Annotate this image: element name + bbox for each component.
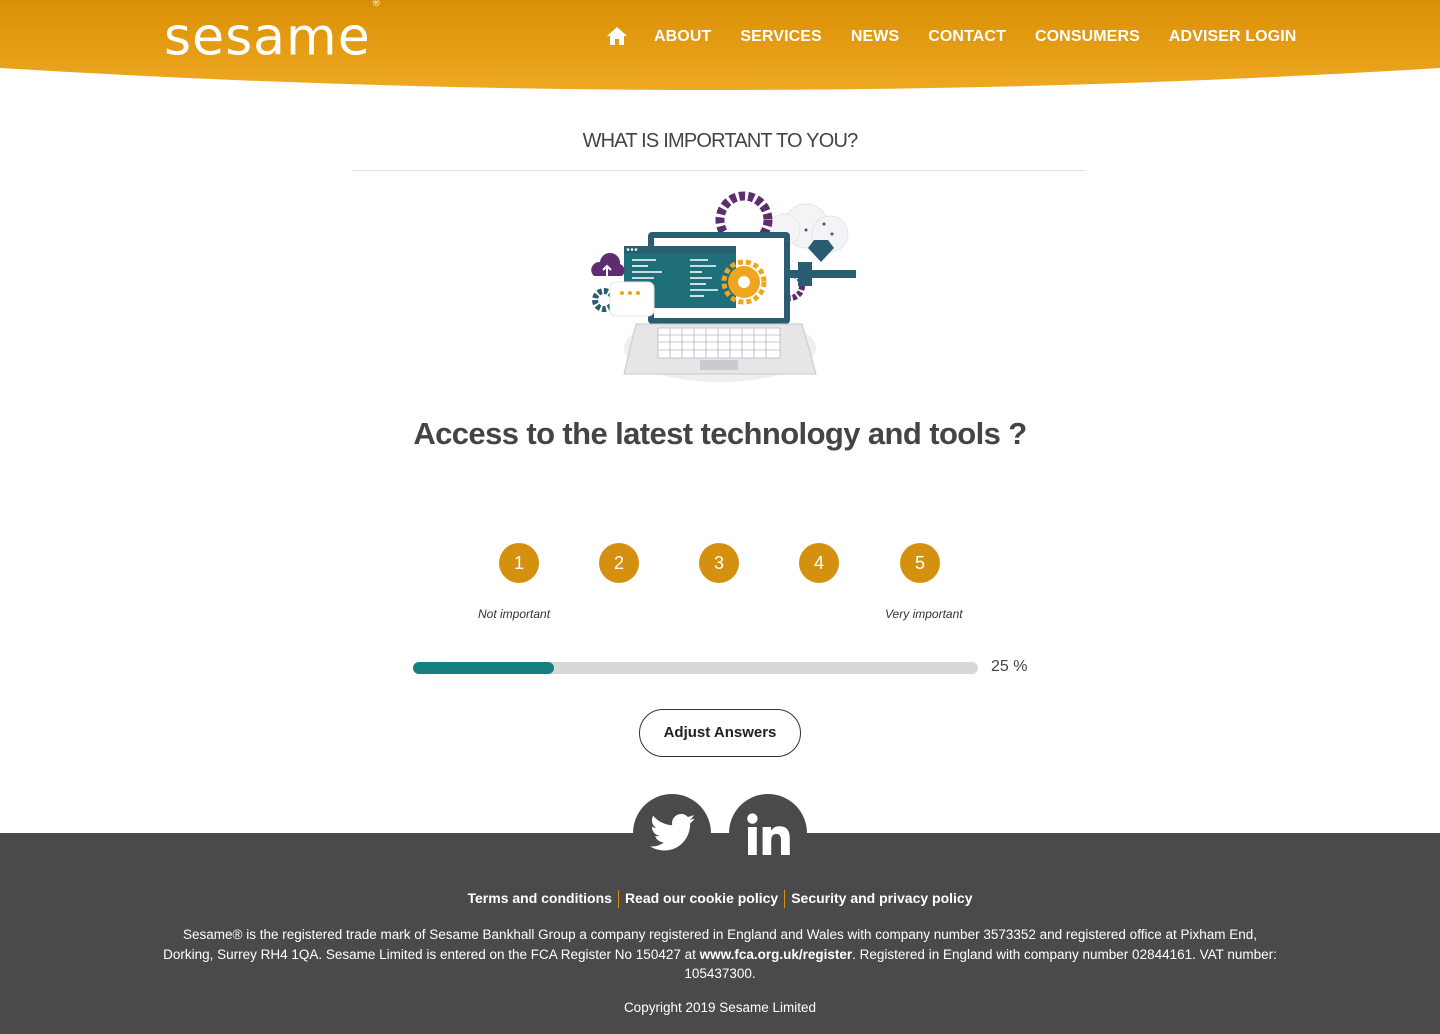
rating-button-2[interactable]: 2 [599,543,639,583]
copyright: Copyright 2019 Sesame Limited [623,1000,817,1015]
scale-low-label: Not important [478,607,551,621]
linkedin-link[interactable] [729,794,807,872]
twitter-icon [650,814,696,851]
progress-bar-fill [413,662,555,674]
rating-button-1[interactable]: 1 [499,543,539,583]
section-title: WHAT IS IMPORTANT TO YOU? [582,130,859,152]
nav-about[interactable]: ABOUT [654,26,711,48]
cookie-policy-link[interactable]: Read our cookie policy [619,890,784,906]
main-nav: ABOUT SERVICES NEWS CONTACT CONSUMERS AD… [606,26,1296,48]
site-header: sesame® ABOUT SERVICES NEWS CONTACT CONS… [0,0,1440,92]
rating-button-4[interactable]: 4 [799,543,839,583]
adjust-answers-button[interactable]: Adjust Answers [639,709,801,757]
nav-news[interactable]: NEWS [851,26,899,48]
nav-contact[interactable]: CONTACT [928,26,1006,48]
rating-button-3[interactable]: 3 [699,543,739,583]
home-icon[interactable] [606,26,628,46]
divider [352,170,1086,171]
progress-bar [413,662,978,674]
fca-register-link[interactable]: www.fca.org.uk/register [700,947,853,962]
terms-link[interactable]: Terms and conditions [462,890,618,906]
nav-services[interactable]: SERVICES [740,26,821,48]
nav-adviser-login[interactable]: ADVISER LOGIN [1169,26,1297,48]
scale-high-label: Very important [885,607,963,621]
linkedin-icon [747,813,790,855]
importance-rating: 1 2 3 4 5 [499,543,941,583]
privacy-policy-link[interactable]: Security and privacy policy [785,890,978,906]
sesame-logo[interactable]: sesame® [164,0,381,67]
legal-notice: Sesame® is the registered trade mark of … [163,927,1277,981]
twitter-link[interactable] [633,794,711,872]
technology-illustration [591,191,856,382]
progress-percent: 25 % [991,658,1028,675]
nav-consumers[interactable]: CONSUMERS [1035,26,1140,48]
footer-links: Terms and conditions Read our cookie poli… [0,890,1440,909]
rating-button-5[interactable]: 5 [900,543,940,583]
question-text: Access to the latest technology and tool… [413,416,1027,451]
